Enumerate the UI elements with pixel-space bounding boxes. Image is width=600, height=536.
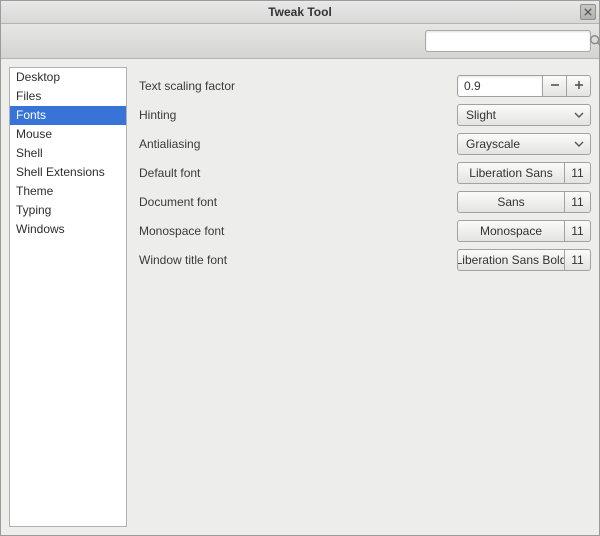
antialiasing-combo[interactable]: Grayscale — [457, 133, 591, 155]
row-default-font: Default font Liberation Sans 11 — [135, 158, 591, 187]
label-antialiasing: Antialiasing — [135, 137, 457, 151]
toolbar — [1, 24, 599, 59]
sidebar-item-theme[interactable]: Theme — [10, 182, 126, 201]
close-icon — [584, 5, 592, 19]
hinting-combo[interactable]: Slight — [457, 104, 591, 126]
sidebar-item-mouse[interactable]: Mouse — [10, 125, 126, 144]
row-window-title-font: Window title font Liberation Sans Bold 1… — [135, 245, 591, 274]
row-text-scaling: Text scaling factor — [135, 71, 591, 100]
row-hinting: Hinting Slight — [135, 100, 591, 129]
label-default-font: Default font — [135, 166, 457, 180]
sidebar-item-shell[interactable]: Shell — [10, 144, 126, 163]
monospace-font-size[interactable]: 11 — [565, 220, 591, 242]
label-text-scaling: Text scaling factor — [135, 79, 457, 93]
chevron-down-icon — [574, 110, 584, 120]
chevron-down-icon — [574, 139, 584, 149]
sidebar-item-fonts[interactable]: Fonts — [10, 106, 126, 125]
search-icon — [589, 34, 600, 48]
default-font-family[interactable]: Liberation Sans — [457, 162, 565, 184]
row-monospace-font: Monospace font Monospace 11 — [135, 216, 591, 245]
sidebar-item-files[interactable]: Files — [10, 87, 126, 106]
label-window-title-font: Window title font — [135, 253, 457, 267]
search-field[interactable] — [425, 30, 591, 52]
text-scaling-decrement[interactable] — [543, 75, 567, 97]
window-title-font-chooser[interactable]: Liberation Sans Bold 11 — [457, 249, 591, 271]
antialiasing-value: Grayscale — [466, 137, 520, 151]
text-scaling-spinbox — [457, 75, 591, 97]
row-document-font: Document font Sans 11 — [135, 187, 591, 216]
titlebar: Tweak Tool — [1, 1, 599, 24]
default-font-size[interactable]: 11 — [565, 162, 591, 184]
monospace-font-chooser[interactable]: Monospace 11 — [457, 220, 591, 242]
label-monospace-font: Monospace font — [135, 224, 457, 238]
row-antialiasing: Antialiasing Grayscale — [135, 129, 591, 158]
default-font-chooser[interactable]: Liberation Sans 11 — [457, 162, 591, 184]
window-title-font-family[interactable]: Liberation Sans Bold — [457, 249, 565, 271]
document-font-chooser[interactable]: Sans 11 — [457, 191, 591, 213]
minus-icon — [550, 79, 560, 93]
label-hinting: Hinting — [135, 108, 457, 122]
tweak-tool-window: Tweak Tool Desktop Files Fonts Mouse She… — [0, 0, 600, 536]
sidebar-item-typing[interactable]: Typing — [10, 201, 126, 220]
window-close-button[interactable] — [580, 4, 596, 20]
hinting-value: Slight — [466, 108, 496, 122]
monospace-font-family[interactable]: Monospace — [457, 220, 565, 242]
window-title: Tweak Tool — [268, 5, 332, 19]
sidebar-item-shell-extensions[interactable]: Shell Extensions — [10, 163, 126, 182]
label-document-font: Document font — [135, 195, 457, 209]
category-sidebar: Desktop Files Fonts Mouse Shell Shell Ex… — [9, 67, 127, 527]
window-title-font-size[interactable]: 11 — [565, 249, 591, 271]
settings-panel: Text scaling factor — [135, 67, 591, 527]
search-input[interactable] — [426, 34, 589, 48]
window-body: Desktop Files Fonts Mouse Shell Shell Ex… — [1, 59, 599, 535]
sidebar-item-windows[interactable]: Windows — [10, 220, 126, 239]
plus-icon — [574, 79, 584, 93]
document-font-size[interactable]: 11 — [565, 191, 591, 213]
sidebar-item-desktop[interactable]: Desktop — [10, 68, 126, 87]
text-scaling-increment[interactable] — [567, 75, 591, 97]
text-scaling-input[interactable] — [457, 75, 543, 97]
document-font-family[interactable]: Sans — [457, 191, 565, 213]
